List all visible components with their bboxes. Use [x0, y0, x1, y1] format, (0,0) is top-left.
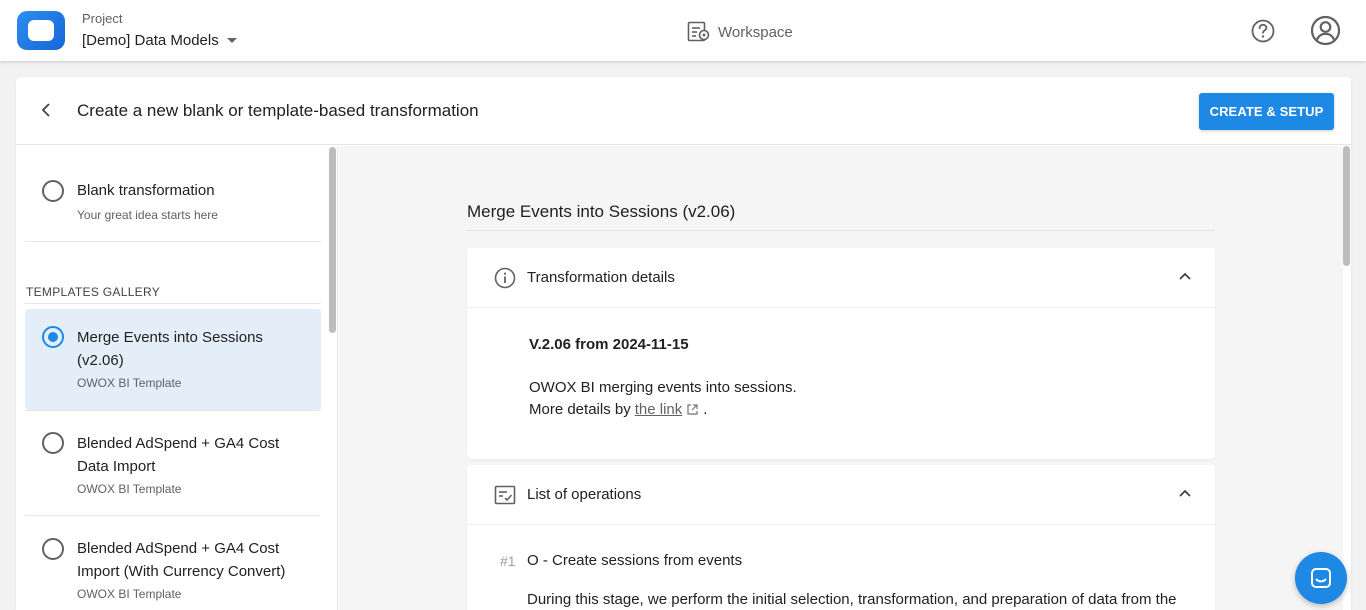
divider — [25, 303, 321, 304]
chat-button[interactable] — [1295, 552, 1347, 604]
operations-section-header[interactable]: List of operations — [467, 465, 1215, 525]
operation-title: O - Create sessions from events — [527, 552, 743, 569]
operations-section: List of operations #1 O - Create session… — [467, 465, 1215, 610]
external-link-icon[interactable] — [686, 403, 699, 416]
workspace-link[interactable]: Workspace — [687, 21, 793, 43]
template-title: Merge Events into Sessions — [77, 329, 263, 346]
gallery-heading: TEMPLATES GALLERY — [26, 285, 161, 299]
chevron-up-icon[interactable] — [1176, 267, 1194, 285]
description-text: OWOX BI merging events into sessions. — [529, 379, 797, 396]
more-details-line: More details by the link . — [529, 401, 707, 418]
details-section: Transformation details V.2.06 from 2024-… — [467, 248, 1215, 459]
blank-subtitle: Your great idea starts here — [77, 208, 218, 222]
chat-icon — [1311, 568, 1331, 588]
more-details-suffix: . — [703, 401, 708, 418]
template-title: Blended AdSpend + GA4 Cost — [77, 435, 280, 452]
project-selector[interactable]: [Demo] Data Models — [82, 32, 237, 49]
template-subtitle: OWOX BI Template — [77, 587, 182, 601]
back-button[interactable] — [38, 101, 56, 119]
app-logo[interactable] — [17, 11, 65, 50]
divider — [467, 230, 1215, 231]
template-detail-title: Merge Events into Sessions (v2.06) — [467, 202, 736, 221]
divider — [25, 410, 321, 411]
operation-description: During this stage, we perform the initia… — [527, 591, 1177, 608]
blank-radio[interactable] — [42, 180, 64, 202]
card-header: Create a new blank or template-based tra… — [16, 77, 1351, 145]
help-button[interactable] — [1250, 18, 1276, 44]
info-icon — [494, 267, 516, 289]
project-label: Project — [82, 11, 123, 26]
workspace-label: Workspace — [718, 23, 793, 41]
template-radio-selected[interactable] — [42, 326, 64, 348]
version-heading: V.2.06 from 2024-11-15 — [529, 336, 689, 353]
template-title: Blended AdSpend + GA4 Cost — [77, 540, 280, 557]
template-detail-panel: Merge Events into Sessions (v2.06) Trans… — [339, 146, 1343, 610]
more-details-prefix: More details by — [529, 401, 631, 418]
template-subtitle: OWOX BI Template — [77, 482, 182, 496]
left-scrollbar[interactable] — [329, 147, 336, 333]
chevron-left-icon — [41, 103, 50, 117]
caret-down-icon — [226, 38, 237, 43]
account-icon — [1310, 15, 1341, 46]
create-setup-button[interactable]: CREATE & SETUP — [1199, 93, 1334, 130]
details-section-title: Transformation details — [527, 269, 675, 286]
checklist-icon — [494, 485, 516, 505]
operation-number: #1 — [500, 553, 516, 569]
account-button[interactable] — [1310, 15, 1341, 46]
workspace-icon — [687, 21, 710, 42]
top-bar: Project [Demo] Data Models Workspace — [0, 0, 1366, 61]
template-radio[interactable] — [42, 538, 64, 560]
details-section-header[interactable]: Transformation details — [467, 248, 1215, 308]
page-title: Create a new blank or template-based tra… — [77, 101, 479, 120]
template-title-cont: Data Import — [77, 458, 156, 475]
chevron-up-icon[interactable] — [1176, 484, 1194, 502]
template-radio[interactable] — [42, 432, 64, 454]
details-link[interactable]: the link — [635, 401, 683, 418]
template-item-merge-events[interactable] — [25, 309, 321, 410]
operations-section-title: List of operations — [527, 486, 642, 503]
blank-title: Blank transformation — [77, 182, 215, 199]
project-name: [Demo] Data Models — [82, 32, 219, 49]
divider — [25, 515, 321, 516]
template-title-cont: (v2.06) — [77, 352, 124, 369]
template-list-panel: Blank transformation Your great idea sta… — [16, 146, 338, 610]
help-icon — [1251, 19, 1275, 43]
divider — [25, 241, 321, 242]
template-subtitle: OWOX BI Template — [77, 376, 182, 390]
right-scrollbar[interactable] — [1343, 146, 1350, 266]
template-item-blended-adspend[interactable] — [25, 415, 321, 515]
template-title-cont: Import (With Currency Convert) — [77, 563, 286, 580]
transformation-card: Create a new blank or template-based tra… — [16, 77, 1351, 610]
